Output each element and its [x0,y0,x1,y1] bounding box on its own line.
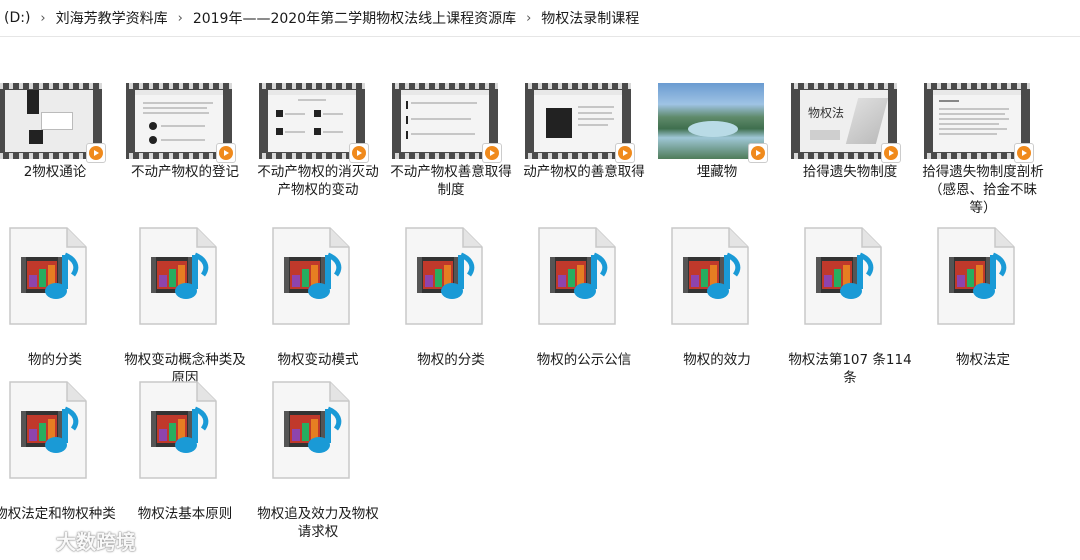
media-file-icon [272,227,350,325]
play-badge-icon [881,143,901,163]
file-name: 物权法基本原则 [137,506,233,522]
play-badge-icon [1014,143,1034,163]
watermark: 大数跨境 [8,526,136,555]
file-name: 物权法定 [956,352,1010,368]
file-item-media[interactable]: 物权法第107 条114条 [787,227,913,386]
file-item-video[interactable]: 动产物权的善意取得 [521,39,647,189]
watermark-text: 大数跨境 [56,530,136,554]
file-name: 物权的公示公信 [536,352,632,368]
video-thumbnail [259,83,369,163]
file-name: 物权法定和物权种类 [0,506,116,522]
file-list: 2物权通论 不动产物权的登记 不动产物权的消灭动产物权的变动 不动产物权善意取得… [0,37,1080,560]
address-bar[interactable]: (D:) › 刘海芳教学资料库 › 2019年——2020年第二学期物权法线上课… [0,0,1080,37]
file-item-media[interactable]: 物权变动概念种类及原因 [122,227,248,386]
video-thumbnail [525,83,635,163]
breadcrumb-drive[interactable]: (D:) [0,10,34,26]
file-item-video[interactable]: 拾得遗失物制度剖析（感恩、拾金不昧等） [920,39,1046,216]
file-name: 物权追及效力及物权请求权 [257,506,379,540]
play-badge-icon [216,143,236,163]
file-item-video[interactable]: 不动产物权的登记 [122,39,248,189]
video-thumbnail [0,83,106,163]
file-name: 动产物权的善意取得 [523,164,645,180]
media-file-icon [538,227,616,325]
video-thumbnail [658,83,768,163]
file-item-media[interactable]: 物权法基本原则 [122,381,248,531]
play-badge-icon [349,143,369,163]
media-file-icon [804,227,882,325]
file-name: 物的分类 [28,352,82,368]
file-item-video[interactable]: 不动产物权的消灭动产物权的变动 [255,39,381,198]
media-file-icon [937,227,1015,325]
file-item-video[interactable]: 物权法 拾得遗失物制度 [787,39,913,189]
file-item-media[interactable]: 物权的公示公信 [521,227,647,377]
file-item-media[interactable]: 物权变动模式 [255,227,381,377]
play-badge-icon [482,143,502,163]
file-name: 物权的分类 [417,352,485,368]
media-file-icon [405,227,483,325]
file-item-video[interactable]: 不动产物权善意取得制度 [388,39,514,198]
breadcrumb-current[interactable]: 物权法录制课程 [537,8,643,28]
file-name: 埋藏物 [696,164,738,180]
file-item-media[interactable]: 物权的效力 [654,227,780,377]
file-name: 不动产物权的登记 [131,164,239,180]
file-name: 不动产物权的消灭动产物权的变动 [257,164,379,198]
play-badge-icon [615,143,635,163]
file-item-media[interactable]: 物的分类 [0,227,118,377]
breadcrumb-library[interactable]: 刘海芳教学资料库 [52,8,172,28]
play-badge-icon [86,143,106,163]
video-thumbnail: 物权法 [791,83,901,163]
file-name: 物权变动模式 [277,352,359,368]
media-file-icon [9,227,87,325]
file-item-media[interactable]: 物权的分类 [388,227,514,377]
file-name: 物权的效力 [683,352,751,368]
media-file-icon [139,381,217,479]
video-thumbnail [392,83,502,163]
video-thumbnail [924,83,1034,163]
file-item-media[interactable]: 物权法定和物权种类 [0,381,118,531]
chevron-right-icon[interactable]: › [34,11,51,26]
file-name: 不动产物权善意取得制度 [390,164,512,198]
file-item-video[interactable]: 埋藏物 [654,39,780,189]
media-file-icon [272,381,350,479]
file-item-media[interactable]: 物权法定 [920,227,1046,377]
thumbnail-title: 物权法 [808,106,845,120]
media-file-icon [671,227,749,325]
file-item-video[interactable]: 2物权通论 [0,39,118,189]
file-name: 拾得遗失物制度 [802,164,898,180]
file-name: 物权法第107 条114条 [788,352,912,386]
media-file-icon [139,227,217,325]
chevron-right-icon[interactable]: › [172,11,189,26]
breadcrumb-semester[interactable]: 2019年——2020年第二学期物权法线上课程资源库 [189,8,520,28]
brand-logo-icon [10,533,48,551]
video-thumbnail [126,83,236,163]
media-file-icon [9,381,87,479]
chevron-right-icon[interactable]: › [520,11,537,26]
file-name: 拾得遗失物制度剖析（感恩、拾金不昧等） [922,164,1044,216]
file-name: 2物权通论 [23,164,87,180]
play-badge-icon [748,143,768,163]
file-item-media[interactable]: 物权追及效力及物权请求权 [255,381,381,540]
